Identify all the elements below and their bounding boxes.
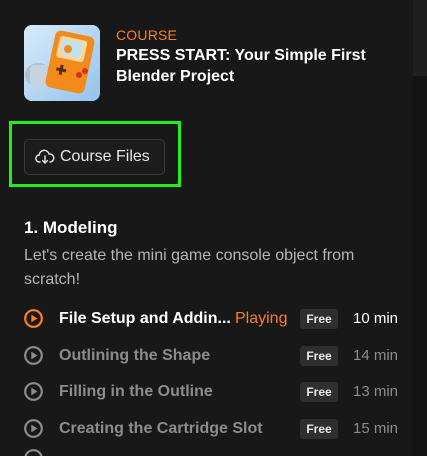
scrollbar[interactable] [413, 0, 427, 456]
play-circle-icon [24, 345, 43, 365]
lesson-item[interactable]: Filling in the Outline Free 13 min [24, 375, 402, 412]
lesson-duration: 14 min [353, 346, 399, 364]
free-badge: Free [300, 345, 338, 366]
free-badge: Free [300, 418, 338, 439]
game-console-thumbnail [24, 25, 100, 101]
free-badge: Free [300, 309, 338, 329]
lesson-duration: 10 min [353, 310, 399, 327]
course-files-label: Course Files [60, 148, 150, 165]
lesson-duration: 13 min [353, 383, 399, 400]
lesson-name: Filling in the Outline [59, 383, 213, 400]
course-header: COURSE PRESS START: Your Simple First Bl… [24, 25, 384, 103]
play-circle-icon[interactable] [24, 449, 43, 456]
course-kicker: COURSE [116, 27, 178, 43]
lesson-name: Outlining the Shape [59, 346, 211, 364]
course-sidebar: COURSE PRESS START: Your Simple First Bl… [0, 0, 427, 456]
scrollbar-thumb[interactable] [413, 0, 427, 76]
lesson-name: File Setup and Addin... [59, 310, 231, 327]
lesson-list: File Setup and Addin... Playing Free 10 … [24, 302, 402, 448]
free-badge: Free [300, 382, 338, 402]
play-circle-icon [24, 418, 43, 438]
course-thumbnail [24, 25, 100, 101]
play-circle-icon [24, 382, 43, 401]
section-description: Let's create the mini game console objec… [24, 247, 355, 288]
play-circle-icon [24, 309, 43, 328]
lesson-duration: 15 min [353, 419, 399, 437]
course-files-button[interactable]: Course Files [24, 139, 165, 175]
lesson-name: Creating the Cartridge Slot [59, 419, 263, 437]
lesson-item[interactable]: Creating the Cartridge Slot Free 15 min [24, 412, 402, 449]
lesson-item[interactable]: Outlining the Shape Free 14 min [24, 339, 402, 376]
course-title: PRESS START: Your Simple First Blender P… [116, 47, 366, 85]
cloud-download-icon [35, 149, 55, 164]
section-title: 1. Modeling [24, 218, 118, 237]
lesson-status: Playing [235, 310, 288, 327]
lesson-item[interactable]: File Setup and Addin... Playing Free 10 … [24, 302, 402, 339]
